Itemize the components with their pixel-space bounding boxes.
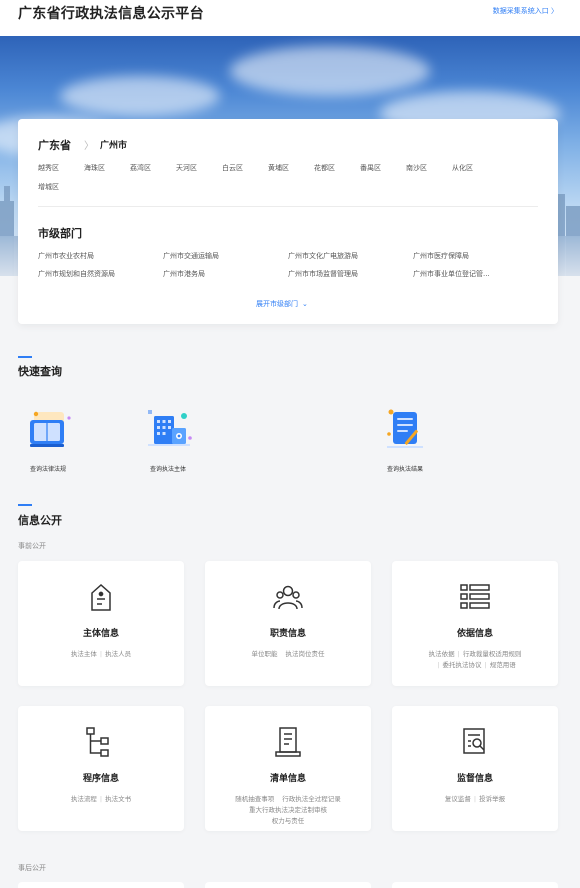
info-card-list[interactable]: 清单信息 随机抽查事项 行政执法全过程记录 重大行政执法决定法制审核 权力与责任: [205, 706, 371, 831]
card-link[interactable]: 行政裁量权适用规则: [463, 650, 522, 658]
checklist-icon: [273, 726, 303, 758]
expand-departments-label: 展开市级部门: [256, 300, 298, 308]
info-card-procedure[interactable]: 程序信息 执法流程 | 执法文书: [18, 706, 184, 831]
chevron-down-icon: ⌄: [302, 300, 308, 308]
card-title: 清单信息: [269, 774, 306, 784]
card-title: 监督信息: [456, 774, 493, 784]
department-link[interactable]: 广州市医疗保障局: [413, 251, 469, 261]
district-link[interactable]: 越秀区: [38, 163, 59, 173]
quick-query-title: 快速查询: [18, 365, 62, 378]
card-links: 单位职能 执法岗位责任: [211, 649, 365, 660]
info-card-duty[interactable]: 职责信息 单位职能 执法岗位责任: [205, 561, 371, 686]
info-card-supervision[interactable]: 监督信息 复议监督 | 投诉举报: [392, 706, 558, 831]
card-link[interactable]: 执法人员: [105, 650, 131, 658]
result-document-icon: [377, 408, 433, 456]
data-collection-entry-link[interactable]: 数据采集系统入口 〉: [493, 6, 558, 16]
card-links: 复议监督 | 投诉举报: [444, 795, 506, 803]
card-title: 职责信息: [269, 629, 306, 639]
department-link[interactable]: 广州市农业农村局: [38, 251, 94, 261]
district-link[interactable]: 白云区: [222, 163, 243, 173]
card-link[interactable]: 随机抽查事项: [235, 795, 274, 803]
card-links: 随机抽查事项 行政执法全过程记录 重大行政执法决定法制审核 权力与责任: [211, 794, 365, 827]
quick-query-label: 查询执法结果: [386, 466, 423, 473]
card-link[interactable]: 委托执法协议: [443, 661, 482, 669]
city-departments-title: 市级部门: [38, 227, 82, 240]
district-link[interactable]: 南沙区: [406, 163, 427, 173]
card-link[interactable]: 投诉举报: [479, 795, 505, 803]
building-icon: [140, 408, 196, 456]
quick-query-item[interactable]: 查询法律法规: [8, 408, 88, 473]
info-card-partial: [392, 882, 558, 888]
department-link[interactable]: 广州市港务局: [163, 269, 205, 279]
card-title: 依据信息: [456, 629, 493, 639]
card-title: 主体信息: [82, 629, 119, 639]
top-header: 广东省行政执法信息公示平台 数据采集系统入口 〉: [0, 0, 580, 36]
breadcrumb-separator-icon: 〉: [84, 141, 94, 152]
card-link[interactable]: 复议监督: [445, 795, 471, 803]
district-link[interactable]: 番禺区: [360, 163, 381, 173]
city-name: 广州市: [100, 141, 128, 151]
info-card-basis[interactable]: 依据信息 执法依据 | 行政裁量权适用规则 | 委托执法协议 | 规范用语: [392, 561, 558, 686]
quick-query-item[interactable]: 查询执法结果: [365, 408, 445, 473]
card-link[interactable]: 执法岗位责任: [286, 650, 325, 658]
district-link[interactable]: 荔湾区: [130, 163, 151, 173]
section-accent-mark: [18, 356, 32, 358]
after-disclosure-label: 事后公开: [18, 864, 46, 872]
info-card-subject[interactable]: 主体信息 执法主体 | 执法人员: [18, 561, 184, 686]
card-title: 程序信息: [82, 774, 119, 784]
district-link[interactable]: 花都区: [314, 163, 335, 173]
law-book-icon: [20, 408, 76, 456]
people-group-icon: [273, 581, 303, 613]
info-card-partial: [205, 882, 371, 888]
flowchart-icon: [86, 726, 116, 758]
card-link[interactable]: 权力与责任: [272, 817, 305, 825]
card-link[interactable]: 行政执法全过程记录: [282, 795, 341, 803]
quick-query-label: 查询执法主体: [149, 466, 186, 473]
district-link[interactable]: 黄埔区: [268, 163, 289, 173]
quick-query-item[interactable]: 查询执法主体: [128, 408, 208, 473]
house-document-icon: [86, 581, 116, 613]
district-link[interactable]: 天河区: [176, 163, 197, 173]
district-link[interactable]: 增城区: [38, 182, 59, 192]
info-card-partial: [18, 882, 184, 888]
divider: [38, 206, 538, 207]
district-link[interactable]: 从化区: [452, 163, 473, 173]
card-link[interactable]: 规范用语: [490, 661, 516, 669]
before-disclosure-label: 事前公开: [18, 542, 46, 550]
expand-departments-button[interactable]: 展开市级部门 ⌄: [256, 299, 308, 309]
district-link[interactable]: 海珠区: [84, 163, 105, 173]
department-link[interactable]: 广州市市场监督管理局: [288, 269, 358, 279]
card-links: 执法主体 | 执法人员: [70, 650, 132, 658]
department-link[interactable]: 广州市文化广电旅游局: [288, 251, 358, 261]
card-link[interactable]: 执法文书: [105, 795, 131, 803]
list-icon: [460, 581, 490, 613]
card-links: 执法依据 | 行政裁量权适用规则 | 委托执法协议 | 规范用语: [428, 650, 522, 669]
province-link[interactable]: 广东省: [38, 137, 71, 153]
site-title: 广东省行政执法信息公示平台: [18, 6, 204, 22]
info-disclosure-title: 信息公开: [18, 514, 62, 527]
card-link[interactable]: 执法流程: [71, 795, 97, 803]
card-links: 执法流程 | 执法文书: [70, 795, 132, 803]
card-link[interactable]: 单位职能: [251, 650, 277, 658]
supervision-document-icon: [460, 726, 490, 758]
department-link[interactable]: 广州市事业单位登记管...: [413, 269, 490, 279]
card-link[interactable]: 执法主体: [71, 650, 97, 658]
section-accent-mark: [18, 504, 32, 506]
card-link[interactable]: 重大行政执法决定法制审核: [249, 806, 327, 814]
card-link[interactable]: 执法依据: [429, 650, 455, 658]
quick-query-label: 查询法律法规: [29, 466, 66, 473]
department-link[interactable]: 广州市交通运输局: [163, 251, 219, 261]
department-link[interactable]: 广州市规划和自然资源局: [38, 269, 115, 279]
region-card: 广东省 〉 广州市 越秀区 海珠区 荔湾区 天河区 白云区 黄埔区 花都区 番禺…: [18, 119, 558, 324]
